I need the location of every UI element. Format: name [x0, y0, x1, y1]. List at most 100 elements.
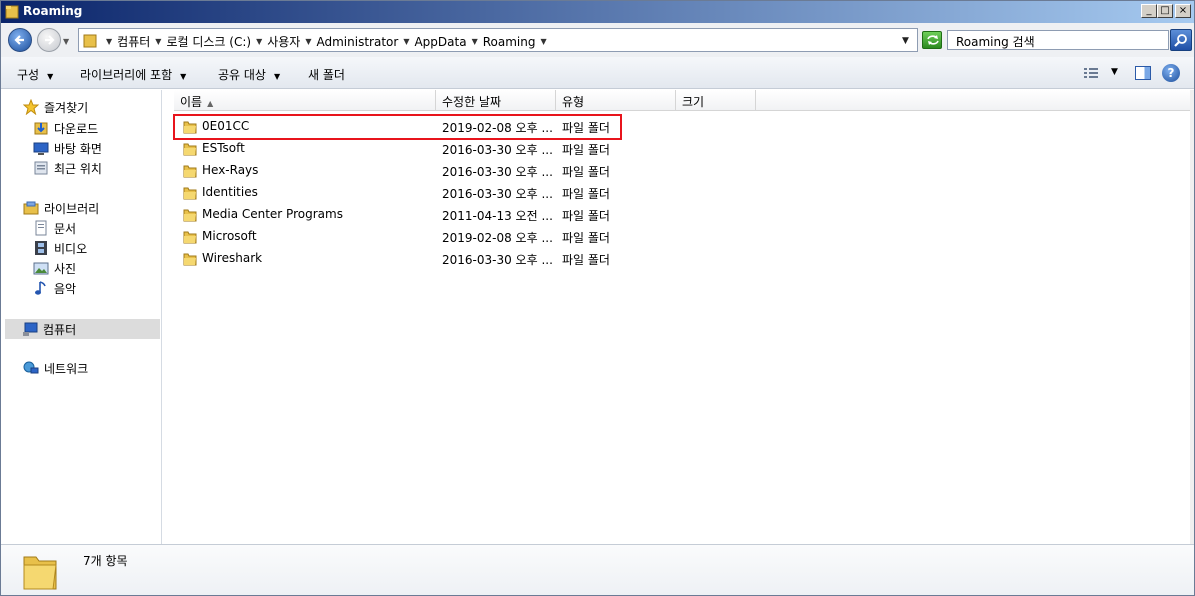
- file-name: Wireshark: [202, 251, 263, 265]
- column-header-modified[interactable]: 수정한 날짜: [436, 90, 556, 111]
- nav-downloads[interactable]: 다운로드: [33, 118, 98, 138]
- file-type: 파일 폴더: [562, 143, 610, 157]
- file-row[interactable]: Identities 2016-03-30 오후 ... 파일 폴더: [177, 182, 1187, 204]
- picture-icon: [33, 262, 49, 275]
- column-header-type[interactable]: 유형: [556, 90, 676, 111]
- back-button[interactable]: [8, 28, 32, 52]
- file-type: 파일 폴더: [562, 209, 610, 223]
- close-button[interactable]: ×: [1175, 4, 1191, 18]
- view-list-icon[interactable]: [1083, 66, 1099, 80]
- nav-music[interactable]: 음악: [33, 278, 76, 298]
- library-icon: [23, 201, 39, 215]
- search-button[interactable]: [1170, 29, 1192, 51]
- nav-label: 바탕 화면: [54, 141, 102, 156]
- breadcrumb-chevron-icon[interactable]: ▼: [106, 37, 112, 46]
- file-name: Identities: [202, 185, 258, 199]
- search-input[interactable]: Roaming 검색: [947, 30, 1169, 50]
- folder-icon: [183, 251, 197, 269]
- maximize-button[interactable]: □: [1157, 4, 1173, 18]
- folder-icon: [183, 185, 197, 203]
- breadcrumb-item[interactable]: AppData: [414, 35, 466, 49]
- breadcrumb-chevron-icon[interactable]: ▼: [305, 37, 311, 46]
- breadcrumb-chevron-icon[interactable]: ▼: [155, 37, 161, 46]
- breadcrumb-item[interactable]: Administrator: [317, 35, 399, 49]
- column-header-label: 이름: [180, 95, 203, 109]
- window-title: Roaming: [23, 4, 83, 18]
- file-name: Hex-Rays: [202, 163, 259, 177]
- nav-label: 비디오: [54, 241, 88, 256]
- organize-label: 구성: [17, 68, 40, 82]
- address-history-dropdown[interactable]: ▼: [902, 36, 909, 46]
- chevron-down-icon: ▼: [180, 72, 187, 81]
- chevron-down-icon: ▼: [47, 72, 54, 81]
- file-row[interactable]: ESTsoft 2016-03-30 오후 ... 파일 폴더: [177, 138, 1187, 160]
- breadcrumb-chevron-icon[interactable]: ▼: [472, 37, 478, 46]
- include-library-menu[interactable]: 라이브러리에 포함 ▼: [80, 66, 186, 83]
- nav-libraries[interactable]: 라이브러리: [23, 198, 99, 218]
- folder-icon: [183, 163, 197, 181]
- file-modified: 2016-03-30 오후 ...: [442, 143, 553, 157]
- new-folder-button[interactable]: 새 폴더: [308, 66, 345, 83]
- address-field[interactable]: ▼ 컴퓨터 ▼ 로컬 디스크 (C:) ▼ 사용자 ▼ Administrator ▼ AppDa…: [78, 28, 918, 52]
- details-pane: 7개 항목: [1, 544, 1194, 595]
- breadcrumb-item[interactable]: 로컬 디스크 (C:): [166, 33, 251, 50]
- nav-computer[interactable]: 컴퓨터: [5, 319, 160, 339]
- address-bar-row: ▼ ▼ 컴퓨터 ▼ 로컬 디스크 (C:) ▼ 사용자 ▼ Administrator ▼ App…: [1, 23, 1194, 57]
- breadcrumb-chevron-icon[interactable]: ▼: [256, 37, 262, 46]
- recent-pages-dropdown[interactable]: ▼: [63, 37, 69, 46]
- file-type: 파일 폴더: [562, 187, 610, 201]
- file-name: Media Center Programs: [202, 207, 343, 221]
- refresh-button[interactable]: [922, 31, 942, 49]
- music-note-icon: [35, 281, 46, 295]
- help-button[interactable]: ?: [1162, 64, 1180, 82]
- nav-label: 최근 위치: [54, 161, 102, 176]
- nav-label: 컴퓨터: [43, 322, 77, 337]
- nav-pictures[interactable]: 사진: [33, 258, 76, 278]
- file-modified: 2011-04-13 오전 ...: [442, 209, 553, 223]
- forward-button[interactable]: [37, 28, 61, 52]
- breadcrumb-item[interactable]: 사용자: [267, 33, 300, 50]
- file-row[interactable]: Wireshark 2016-03-30 오후 ... 파일 폴더: [177, 248, 1187, 270]
- navigation-pane: 즐겨찾기 다운로드 바탕 화면 최근 위치 라이브러리 문서 비디오 사진 음악…: [1, 90, 162, 544]
- column-header-name[interactable]: 이름 ▲: [174, 90, 436, 111]
- explorer-window: Roaming _ □ × ▼ ▼ 컴퓨터 ▼ 로컬 디스크 (C:) ▼ 사용자 ▼ Adm…: [0, 0, 1195, 596]
- file-row[interactable]: Media Center Programs 2011-04-13 오전 ... 파일…: [177, 204, 1187, 226]
- computer-icon: [23, 322, 38, 336]
- breadcrumb-chevron-icon[interactable]: ▼: [403, 37, 409, 46]
- file-row[interactable]: Microsoft 2019-02-08 오후 ... 파일 폴더: [177, 226, 1187, 248]
- breadcrumb-item[interactable]: Roaming: [483, 35, 536, 49]
- nav-desktop[interactable]: 바탕 화면: [33, 138, 102, 158]
- nav-documents[interactable]: 문서: [33, 218, 76, 238]
- vertical-scrollbar[interactable]: [1190, 90, 1194, 544]
- column-header-label: 크기: [682, 95, 705, 109]
- preview-pane-button[interactable]: [1135, 66, 1151, 80]
- nav-label: 즐겨찾기: [44, 100, 89, 115]
- document-icon: [35, 220, 47, 236]
- breadcrumb-chevron-icon[interactable]: ▼: [540, 37, 546, 46]
- search-icon: [1174, 34, 1187, 47]
- nav-videos[interactable]: 비디오: [33, 238, 87, 258]
- file-modified: 2019-02-08 오후 ...: [442, 231, 553, 245]
- download-folder-icon: [34, 122, 48, 135]
- file-row[interactable]: Hex-Rays 2016-03-30 오후 ... 파일 폴더: [177, 160, 1187, 182]
- minimize-button[interactable]: _: [1141, 4, 1157, 18]
- share-with-menu[interactable]: 공유 대상 ▼: [218, 66, 280, 83]
- breadcrumb-item[interactable]: 컴퓨터: [117, 33, 150, 50]
- column-header-size[interactable]: 크기: [676, 90, 756, 111]
- file-name: ESTsoft: [202, 141, 245, 155]
- desktop-icon: [33, 142, 49, 155]
- film-icon: [35, 241, 47, 255]
- chevron-down-icon: ▼: [273, 72, 281, 81]
- nav-recent[interactable]: 최근 위치: [33, 158, 102, 178]
- command-bar: 구성 ▼ 라이브러리에 포함 ▼ 공유 대상 ▼ 새 폴더 ▼ ?: [1, 57, 1194, 89]
- nav-favorites[interactable]: 즐겨찾기: [23, 97, 88, 117]
- nav-label: 음악: [54, 281, 77, 296]
- nav-label: 다운로드: [54, 121, 99, 136]
- new-folder-label: 새 폴더: [308, 68, 345, 82]
- view-options-dropdown[interactable]: ▼: [1111, 67, 1118, 77]
- share-with-label: 공유 대상: [218, 68, 266, 82]
- nav-network[interactable]: 네트워크: [23, 358, 88, 378]
- organize-menu[interactable]: 구성 ▼: [17, 66, 53, 83]
- folder-icon: [5, 5, 19, 19]
- nav-label: 네트워크: [44, 361, 89, 376]
